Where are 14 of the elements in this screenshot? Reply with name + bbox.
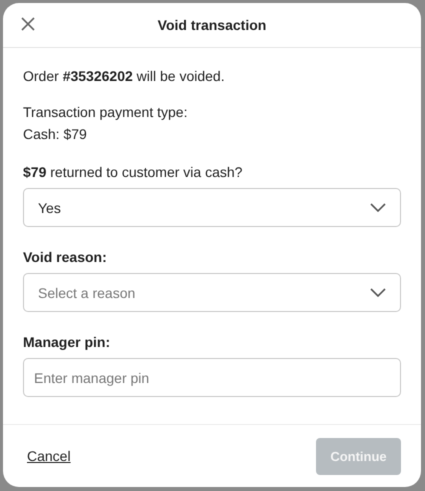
field-label: Void reason: [23, 249, 107, 265]
chevron-down-icon [370, 288, 386, 297]
field-label: Manager pin: [23, 334, 110, 350]
dialog-title: Void transaction [158, 17, 266, 33]
close-icon[interactable] [21, 17, 35, 31]
pin-input-field[interactable]: Enter manager pin [23, 358, 401, 397]
dropdown[interactable]: Select a reason [23, 273, 401, 312]
field-label: $79 returned to customer via cash? [23, 164, 242, 180]
payment-type-label: Transaction payment type: [23, 104, 188, 120]
chevron-down-icon [370, 203, 386, 212]
cancel-link[interactable]: Cancel [27, 448, 71, 464]
order-message: Order #35326202 will be voided. [23, 68, 225, 84]
payment-type-value: Cash: $79 [23, 126, 87, 142]
dropdown[interactable]: Yes [23, 188, 401, 227]
